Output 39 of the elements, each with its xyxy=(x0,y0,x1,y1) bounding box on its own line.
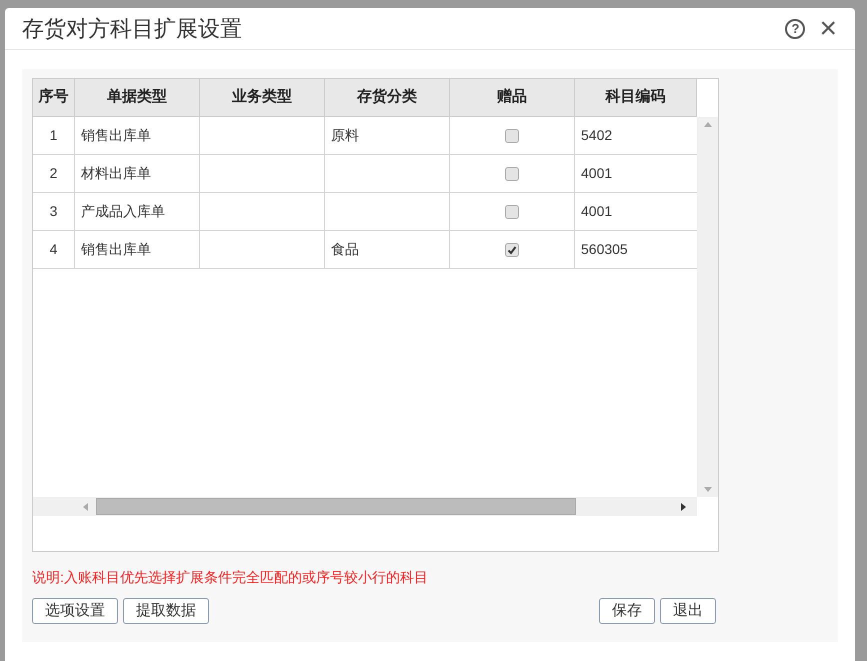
table-cell-text: 食品 xyxy=(331,240,359,259)
horizontal-scrollbar[interactable] xyxy=(33,497,697,516)
column-header: 单据类型 xyxy=(75,79,200,116)
table-cell: 4 xyxy=(33,231,75,268)
table-cell: 销售出库单 xyxy=(75,231,200,268)
table-cell-text: 4001 xyxy=(580,164,614,183)
action-button[interactable]: 选项设置 xyxy=(32,598,118,624)
scroll-up-icon[interactable] xyxy=(704,122,712,127)
dialog-title: 存货对方科目扩展设置 xyxy=(22,15,243,43)
vertical-scrollbar[interactable] xyxy=(697,117,718,497)
table-cell: 1 xyxy=(33,117,75,154)
close-button[interactable]: × xyxy=(819,14,837,44)
check-icon xyxy=(507,244,517,254)
table-cell-text: 4001 xyxy=(580,202,614,221)
scroll-down-icon[interactable] xyxy=(704,487,712,492)
note-text: 说明:入账科目优先选择扩展条件完全匹配的或序号较小行的科目 xyxy=(32,568,429,587)
action-button[interactable]: 保存 xyxy=(599,598,655,624)
help-button[interactable]: ? xyxy=(785,18,806,38)
table-cell-text: 560305 xyxy=(580,240,629,259)
column-header: 序号 xyxy=(33,79,75,116)
scrollbar-thumb[interactable] xyxy=(96,498,576,515)
gift-checkbox[interactable] xyxy=(505,204,519,218)
gift-checkbox[interactable] xyxy=(505,242,519,256)
table-cell: 材料出库单 xyxy=(75,155,200,192)
scroll-left-icon[interactable] xyxy=(83,502,88,510)
column-header: 赠品 xyxy=(450,79,575,116)
action-button[interactable]: 提取数据 xyxy=(123,598,209,624)
table-cell-text: 原料 xyxy=(331,126,359,145)
table-cell: 销售出库单 xyxy=(75,117,200,154)
table-cell: 产成品入库单 xyxy=(75,193,200,230)
column-header: 存货分类 xyxy=(325,79,450,116)
gift-checkbox[interactable] xyxy=(505,128,519,142)
gift-checkbox[interactable] xyxy=(505,166,519,180)
scroll-right-icon[interactable] xyxy=(681,502,686,510)
table-cell: 2 xyxy=(33,155,75,192)
table-cell: 3 xyxy=(33,193,75,230)
table-cell-text: 5402 xyxy=(580,126,614,145)
action-button[interactable]: 退出 xyxy=(660,598,716,624)
column-header: 业务类型 xyxy=(200,79,325,116)
